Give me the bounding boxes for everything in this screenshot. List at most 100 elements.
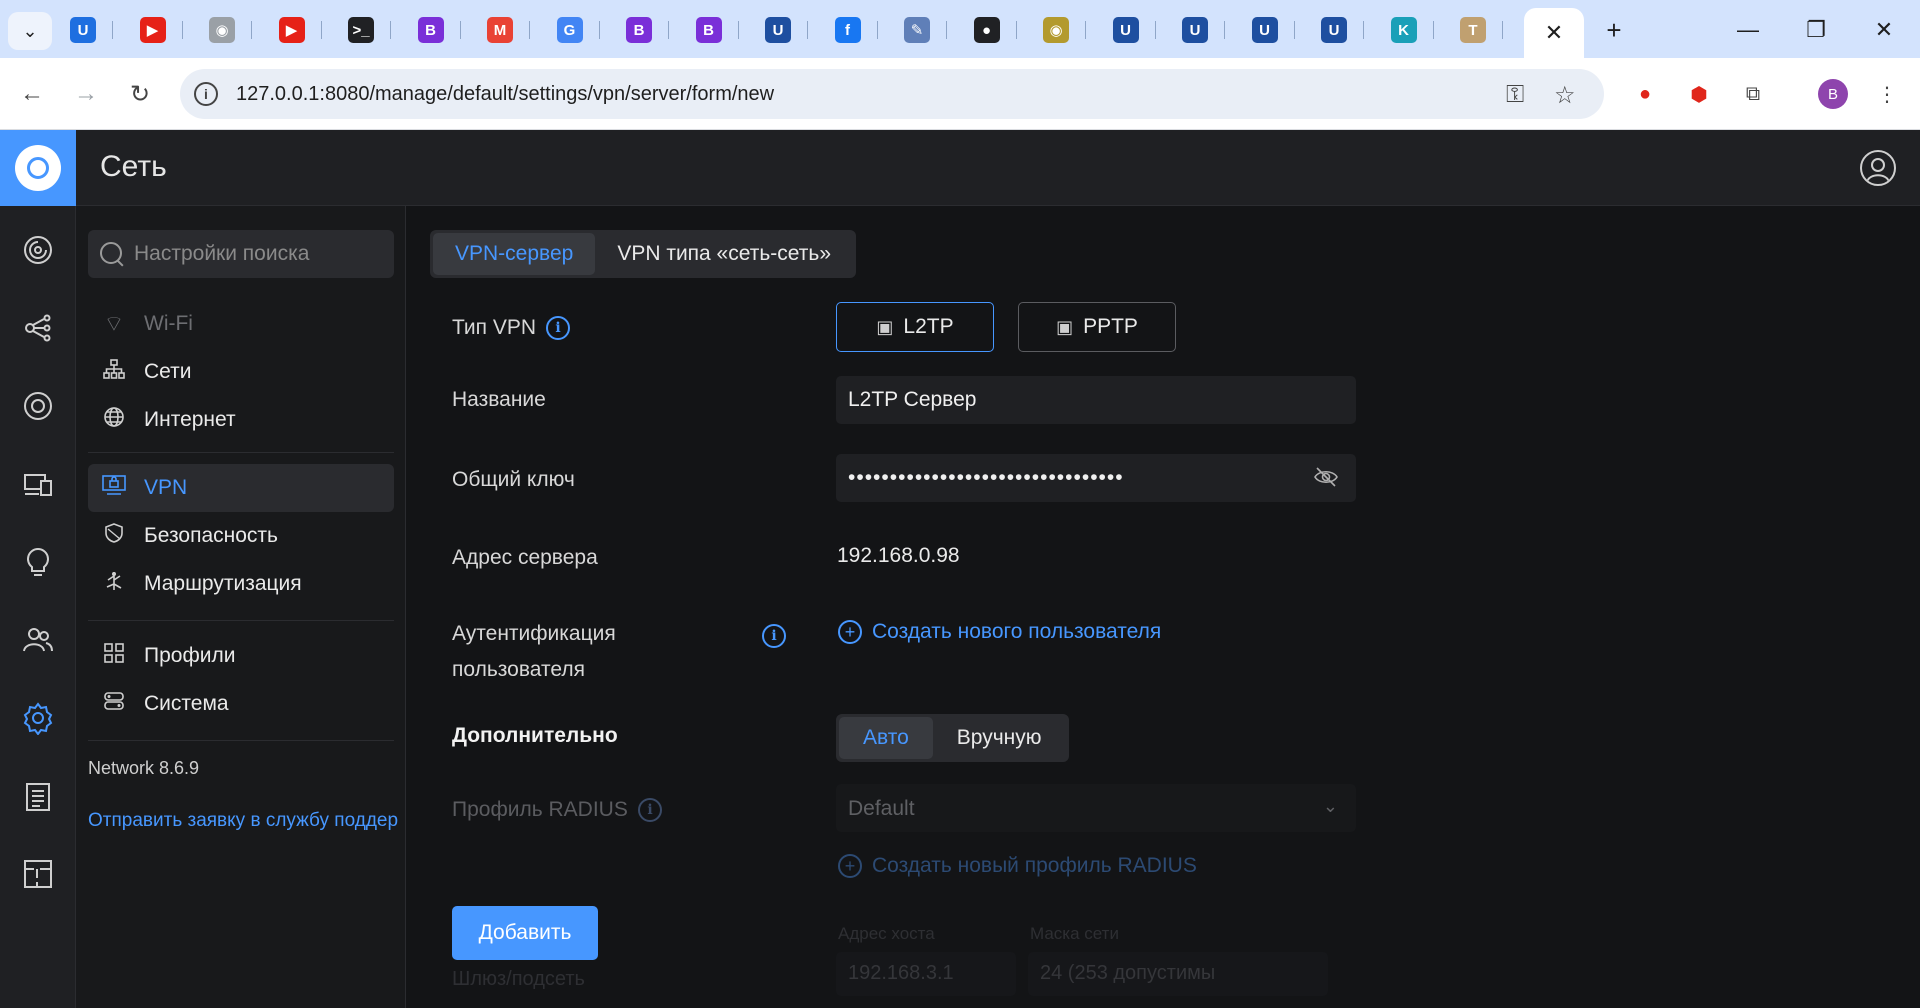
- sidebar-item-networks[interactable]: Сети: [88, 348, 394, 396]
- logs-clipboard-icon[interactable]: [18, 776, 58, 816]
- shared-key-input[interactable]: [836, 454, 1356, 502]
- account-user-icon[interactable]: [1860, 150, 1896, 186]
- site-info-icon[interactable]: i: [194, 82, 218, 106]
- vpn-type-l2tp-button[interactable]: ▣ L2TP: [836, 302, 994, 352]
- tab-separator: [390, 21, 391, 39]
- tab-site-to-site-vpn[interactable]: VPN типа «сеть-сеть»: [595, 233, 853, 275]
- tab-separator: [1363, 21, 1364, 39]
- unifi-tab-icon[interactable]: U: [1182, 17, 1208, 43]
- address-bar[interactable]: i 127.0.0.1:8080/manage/default/settings…: [180, 69, 1604, 119]
- users-icon[interactable]: [18, 620, 58, 660]
- sidebar-item-label: Маршрутизация: [144, 572, 302, 595]
- bootstrap-tab-icon[interactable]: B: [695, 17, 722, 43]
- dashboard-icon[interactable]: [18, 230, 58, 270]
- advanced-mode-auto[interactable]: Авто: [839, 717, 933, 759]
- info-icon[interactable]: i: [762, 624, 786, 648]
- youtube-tab-icon[interactable]: ▶: [278, 17, 305, 43]
- tilde-tab-icon[interactable]: T: [1460, 17, 1486, 43]
- profiles-icon: [100, 642, 128, 670]
- info-icon[interactable]: i: [546, 316, 570, 340]
- user-auth-label-line1: Аутентификация: [452, 622, 616, 645]
- tab-separator: [529, 21, 530, 39]
- sidebar-divider: [88, 620, 394, 621]
- terminal-tab-icon[interactable]: >_: [348, 17, 374, 43]
- info-icon: i: [638, 798, 662, 822]
- unifi-devices-icon[interactable]: [18, 386, 58, 426]
- sidebar-item-vpn[interactable]: VPN: [88, 464, 394, 512]
- reload-icon[interactable]: ↻: [122, 76, 158, 112]
- active-tab-close-icon[interactable]: ✕: [1524, 8, 1584, 58]
- radius-profile-value: Default: [848, 797, 915, 820]
- unifi-tab-icon[interactable]: U: [765, 17, 791, 43]
- sidebar-item-internet[interactable]: Интернет: [88, 396, 394, 444]
- settings-gear-icon[interactable]: [18, 698, 58, 738]
- tab-separator: [807, 21, 808, 39]
- new-tab-plus-icon[interactable]: +: [1598, 14, 1630, 46]
- app-header: Сеть: [0, 130, 1920, 206]
- system-icon: [100, 690, 128, 718]
- browser-tab-strip: ⌄ U ▶ ◉ ▶ >_ B M G B B Uf ✎ ● ◉ U U U U K T ✕ + — ❐ ✕: [0, 0, 1920, 58]
- unifi-tab-icon[interactable]: U: [1112, 17, 1139, 43]
- tab-separator: [1293, 21, 1295, 39]
- name-input[interactable]: [836, 376, 1356, 424]
- facebook-tab-icon[interactable]: f: [834, 17, 861, 43]
- unifi-tab-icon[interactable]: U: [70, 17, 96, 43]
- insights-bulb-icon[interactable]: [18, 542, 58, 582]
- forward-arrow-icon[interactable]: →: [68, 76, 104, 112]
- google-tab-icon[interactable]: G: [556, 17, 583, 43]
- sidebar-item-profiles[interactable]: Профили: [88, 632, 394, 680]
- grafana-tab-icon[interactable]: ◉: [1043, 17, 1069, 43]
- floorplan-icon[interactable]: [18, 854, 58, 894]
- sidebar-item-security[interactable]: Безопасность: [88, 512, 394, 560]
- bootstrap-tab-icon[interactable]: B: [417, 17, 444, 43]
- create-user-link-label: Создать нового пользователя: [872, 620, 1162, 643]
- sidebar-item-routing[interactable]: Маршрутизация: [88, 560, 394, 608]
- address-bar-url[interactable]: 127.0.0.1:8080/manage/default/settings/v…: [236, 83, 774, 106]
- add-button[interactable]: Добавить: [452, 906, 598, 960]
- tool-tab-icon[interactable]: ✎: [904, 17, 930, 43]
- vpn-type-pptp-button[interactable]: ▣ PPTP: [1018, 302, 1176, 352]
- create-user-link[interactable]: + Создать нового пользователя: [838, 620, 1161, 644]
- shared-key-label: Общий ключ: [452, 468, 575, 491]
- extension-record-icon[interactable]: ●: [1630, 79, 1660, 109]
- client-devices-icon[interactable]: [18, 464, 58, 504]
- tab-separator: [598, 21, 600, 39]
- settings-sidebar: ⌔ Wi-Fi Сети Интернет VPN Безопасность М…: [76, 206, 406, 1008]
- zoo-tab-icon[interactable]: ◉: [209, 17, 235, 43]
- unifi-tab-icon[interactable]: U: [1321, 17, 1347, 43]
- kotlin-tab-icon[interactable]: K: [1390, 17, 1417, 43]
- bookmark-star-icon[interactable]: ☆: [1554, 81, 1576, 110]
- unifi-tab-icon[interactable]: U: [1251, 17, 1278, 43]
- back-arrow-icon[interactable]: ←: [14, 76, 50, 112]
- tab-vpn-server[interactable]: VPN-сервер: [433, 233, 596, 275]
- extension-adblock-icon[interactable]: ⬢: [1684, 79, 1714, 109]
- sidebar-divider: [88, 740, 394, 741]
- password-key-icon[interactable]: ⚿: [1506, 81, 1524, 109]
- tab-separator: [1154, 21, 1156, 39]
- tab-separator: [737, 21, 739, 39]
- youtube-tab-icon[interactable]: ▶: [139, 17, 166, 43]
- extensions-puzzle-icon[interactable]: ⧉: [1738, 79, 1768, 109]
- minimize-icon[interactable]: —: [1726, 14, 1770, 46]
- gmail-tab-icon[interactable]: M: [487, 17, 513, 43]
- sidebar-item-system[interactable]: Система: [88, 680, 394, 728]
- app-logo-icon[interactable]: [0, 130, 76, 206]
- bootstrap-tab-icon[interactable]: B: [626, 17, 652, 43]
- advanced-mode-toggle: Авто Вручную: [836, 714, 1069, 762]
- support-ticket-link[interactable]: Отправить заявку в службу поддер: [88, 810, 398, 832]
- topology-icon[interactable]: [18, 308, 58, 348]
- vpn-type-pptp-label: PPTP: [1083, 315, 1138, 338]
- tab-search-chevron-icon[interactable]: ⌄: [8, 12, 52, 50]
- restore-icon[interactable]: ❐: [1794, 14, 1838, 46]
- vpn-monitor-icon: ▣: [1056, 316, 1074, 337]
- sidebar-item-wifi[interactable]: ⌔ Wi-Fi: [88, 300, 394, 348]
- advanced-mode-manual[interactable]: Вручную: [933, 717, 1066, 759]
- close-window-icon[interactable]: ✕: [1862, 14, 1906, 46]
- settings-search[interactable]: [88, 230, 394, 278]
- eye-hidden-icon[interactable]: [1313, 466, 1339, 487]
- page-scrollbar[interactable]: [1905, 308, 1915, 1008]
- github-tab-icon[interactable]: ●: [973, 17, 1000, 43]
- browser-profile-avatar[interactable]: B: [1818, 79, 1848, 109]
- browser-menu-icon[interactable]: ⋮: [1872, 79, 1902, 109]
- settings-search-input[interactable]: [134, 230, 384, 278]
